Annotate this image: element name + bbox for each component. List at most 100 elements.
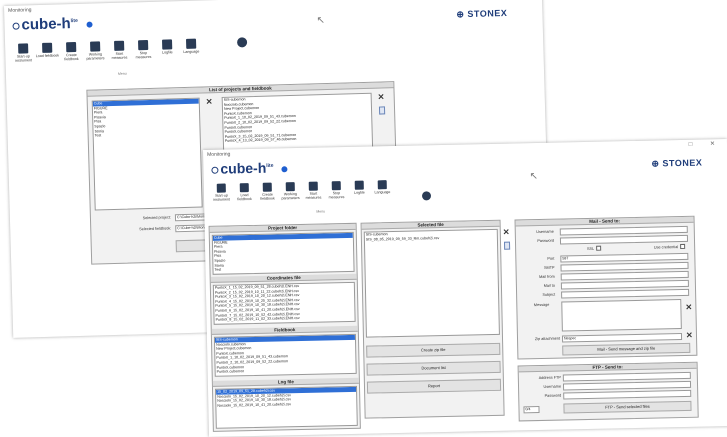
front-logo-icon <box>211 166 219 174</box>
toolbar-load-button[interactable]: Load fieldbook <box>233 183 256 201</box>
mail-panel: Mail - Send to: Username Password SSL Us… <box>514 215 698 360</box>
address-ftp-field[interactable] <box>562 371 691 382</box>
password-label: Password <box>537 238 555 244</box>
toolbar-label: Load fieldbook <box>35 53 60 59</box>
message-label: Message <box>533 302 550 308</box>
mail-from-field[interactable] <box>560 270 689 281</box>
toolbar-label: Language <box>374 190 391 195</box>
toolbar-label: Start measures <box>305 191 322 200</box>
message-field[interactable] <box>561 299 682 332</box>
toolbar-instrument-button[interactable]: Start-up instrument <box>11 43 36 63</box>
subject-field[interactable] <box>561 288 690 299</box>
logfile-icon <box>161 39 173 50</box>
password-field[interactable] <box>559 234 689 245</box>
mail-from-label: Mail from <box>539 274 555 279</box>
toolbar-instrument-button[interactable]: Start-up instrument <box>210 183 233 202</box>
toolbar-load-button[interactable]: Load fieldbook <box>35 42 60 62</box>
mouse-cursor-icon: ↖ <box>316 15 326 27</box>
ftp-password-label: Password <box>544 393 562 398</box>
ftp-send-button[interactable]: FTP - Send selected files <box>563 400 692 414</box>
report-button[interactable]: Report <box>366 378 502 394</box>
toolbar-logfile-button[interactable]: Logfile <box>348 180 371 198</box>
front-brand: ⊕ STONEX <box>651 157 703 169</box>
front-toolbar-group: Menu <box>316 209 326 214</box>
toolbar-tools-button[interactable]: Working parameters <box>83 41 108 61</box>
project-folder-list[interactable]: Cube FIGURE Piera Pisavia Pisa Spazio Storia Te… <box>211 231 355 275</box>
front-toolbar: Start-up instrument Load fieldbook Create … <box>210 180 394 202</box>
fieldbook-list[interactable]: SIS-cubemon Nocciolo.cubemon New Project.c… <box>213 333 357 377</box>
back-logo-text: cube-h <box>21 15 71 34</box>
close-icon[interactable]: ✕ <box>206 97 213 106</box>
address-ftp-label: Address FTP <box>538 375 561 381</box>
front-settings-icon[interactable] <box>421 191 432 201</box>
port-field[interactable]: 587 <box>560 252 689 263</box>
close-icon[interactable]: ✕ <box>685 303 692 312</box>
toolbar-language-button[interactable]: Language <box>371 180 394 198</box>
back-info-icon[interactable] <box>86 21 93 28</box>
language-icon <box>185 38 197 49</box>
front-brand-text: STONEX <box>662 157 703 169</box>
zip-attachment-label: Zip attachment <box>534 336 561 342</box>
ssl-checkbox[interactable] <box>596 245 602 251</box>
toolbar-language-button[interactable]: Language <box>179 38 204 58</box>
start-icon <box>308 181 318 191</box>
use-credential-label: Use credential <box>653 245 679 250</box>
ftp-port-field[interactable]: 0/4 <box>523 406 540 414</box>
front-logo: cube-hlite <box>211 159 288 177</box>
tools-icon <box>285 182 295 192</box>
front-window-controls[interactable]: □ ✕ <box>689 140 723 148</box>
ftp-username-field[interactable] <box>562 380 692 391</box>
toolbar-create-button[interactable]: Create fieldbook <box>256 182 279 201</box>
toolbar-label: Working parameters <box>281 192 300 201</box>
selected-fieldbook-label: Selected fieldbook: <box>139 226 172 232</box>
back-title: Monitoring <box>8 7 32 14</box>
selected-file-list[interactable]: SIS-cubemon SIS_08_05_2019_09_59_33_Rm.cu… <box>363 228 500 338</box>
toolbar-stop-button[interactable]: Stop measures <box>325 181 348 199</box>
load-icon <box>239 183 249 193</box>
toolbar-start-button[interactable]: Start measures <box>302 181 325 200</box>
document-list-button[interactable]: Document list <box>366 360 501 376</box>
mail-to-field[interactable] <box>560 279 689 290</box>
mail-to-label: Mail to <box>543 283 555 288</box>
tools-icon <box>90 41 101 52</box>
smtp-field[interactable] <box>560 261 689 272</box>
toolbar-start-button[interactable]: Start measures <box>107 40 132 60</box>
mail-send-button[interactable]: Mail - Send message and zip file <box>562 342 691 356</box>
ftp-password-field[interactable] <box>563 389 692 400</box>
front-logo-sup: lite <box>266 162 274 170</box>
close-icon[interactable]: ✕ <box>686 331 693 340</box>
username-field[interactable] <box>559 225 688 236</box>
toolbar-label: Load fieldbook <box>237 193 252 202</box>
back-settings-icon[interactable] <box>236 37 248 48</box>
back-brand-text: STONEX <box>467 7 508 20</box>
username-label: Username <box>536 229 554 235</box>
front-info-icon[interactable] <box>281 166 288 173</box>
language-icon <box>377 180 387 190</box>
toolbar-label: Create fieldbook <box>260 192 275 201</box>
create-icon <box>66 42 77 53</box>
toolbar-tools-button[interactable]: Working parameters <box>279 182 302 200</box>
zip-attachment-field[interactable]: filespec <box>561 333 683 343</box>
back-logo-icon <box>12 22 20 30</box>
toolbar-stop-button[interactable]: Stop measures <box>131 39 156 60</box>
toolbar-label: Logfile <box>162 50 173 55</box>
trash-icon[interactable] <box>378 106 386 115</box>
close-icon[interactable]: ✕ <box>378 92 385 101</box>
use-credential-checkbox[interactable] <box>680 243 686 250</box>
toolbar-logfile-button[interactable]: Logfile <box>155 39 180 59</box>
close-icon[interactable]: ✕ <box>503 228 510 237</box>
coordinate-file-list[interactable]: PuntoX_1_15_02_2019_09_51_28.cubeh2i.ENH… <box>212 281 356 325</box>
create-zip-button[interactable]: Create zip file <box>366 342 501 358</box>
back-toolbar-group: Menu <box>117 71 127 76</box>
back-logo: cube-hlite <box>12 15 93 34</box>
toolbar-label: Start measures <box>111 51 128 61</box>
toolbar-label: Language <box>183 49 200 55</box>
trash-icon[interactable] <box>503 241 511 250</box>
log-file-list[interactable]: 15_02_2019_09_51_28.cubeh2i.csv Nocciolo_… <box>215 385 358 429</box>
projects-list[interactable]: Cube FIGURE Piera Pisavia Pisa Spazio Storia Te… <box>91 97 203 211</box>
toolbar-create-button[interactable]: Create fieldbook <box>59 42 84 62</box>
instrument-icon <box>216 183 226 193</box>
ftp-title: FTP - Send to: <box>518 362 697 373</box>
stop-icon <box>331 181 341 191</box>
toolbar-label: Start-up instrument <box>213 193 230 202</box>
